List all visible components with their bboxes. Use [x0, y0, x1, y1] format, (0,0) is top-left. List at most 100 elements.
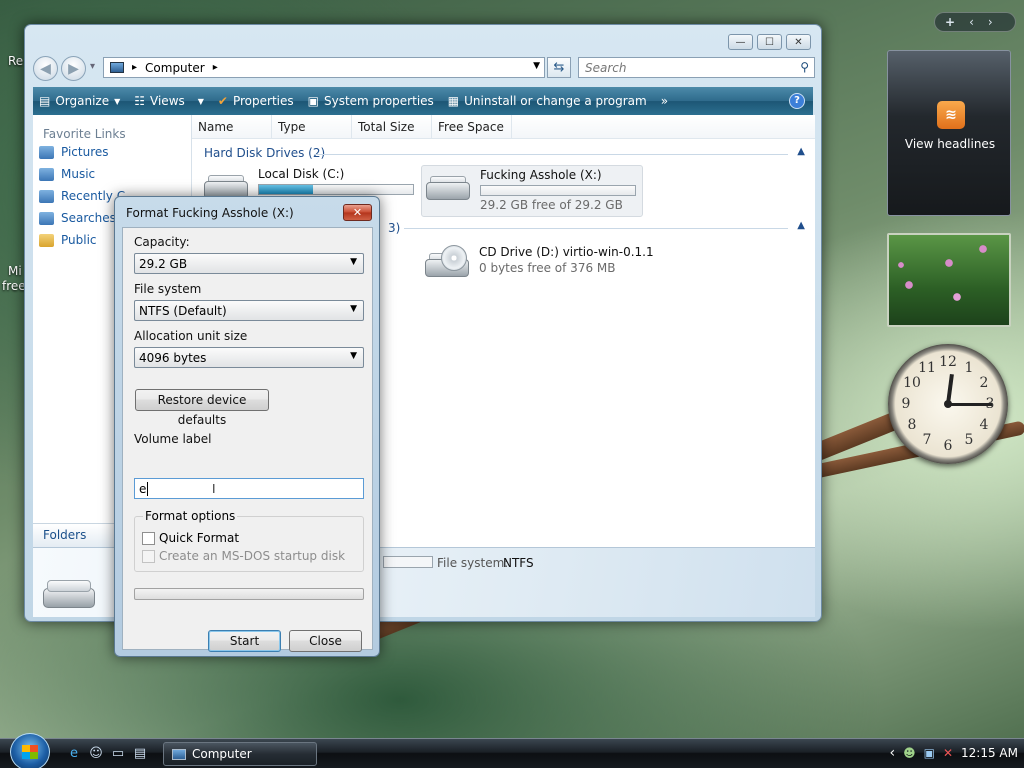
show-desktop-icon[interactable]: ▭ — [110, 746, 126, 762]
help-icon[interactable]: ? — [789, 93, 805, 109]
address-bar[interactable]: ▸ Computer ▸ ▼ — [103, 57, 545, 78]
search-icon[interactable]: ⚲ — [800, 60, 809, 74]
slideshow-gadget[interactable] — [887, 233, 1011, 327]
format-progress-bar — [134, 588, 364, 600]
sidebar-item-music[interactable]: Music — [33, 163, 191, 185]
desktop-icon-label-free[interactable]: free — [2, 279, 26, 293]
collapse-group-icon[interactable]: ▲ — [797, 220, 805, 231]
sidebar-item-pictures[interactable]: Pictures — [33, 141, 191, 163]
close-button[interactable]: Close — [289, 630, 362, 652]
hard-drive-icon — [424, 168, 472, 204]
taskbar-button-computer[interactable]: Computer — [163, 742, 317, 766]
properties-button[interactable]: ✔ Properties — [218, 94, 294, 108]
minimize-button[interactable]: — — [728, 34, 753, 50]
volume-muted-icon[interactable]: ✕ — [943, 746, 953, 760]
clock-minute-hand — [948, 402, 992, 406]
drive-cd-d[interactable]: CD Drive (D:) virtio-win-0.1.1 0 bytes f… — [423, 245, 654, 281]
clock-numeral: 7 — [922, 432, 932, 448]
drive-name: Fucking Asshole (X:) — [480, 168, 602, 182]
start-button[interactable]: Start — [208, 630, 281, 652]
address-crumb-arrow[interactable]: ▸ — [213, 62, 218, 73]
recent-pages-dropdown[interactable]: ▾ — [90, 61, 95, 72]
command-toolbar: ▤ Organize ▼ ☷ Views ▼ ✔ Properties ▣ Sy… — [33, 87, 813, 115]
previous-gadgets-button[interactable]: ‹ — [969, 15, 974, 29]
taskbar-button-label: Computer — [192, 747, 252, 761]
drive-usage-bar — [480, 185, 636, 196]
clock-numeral: 6 — [943, 438, 953, 454]
show-hidden-icons-button[interactable]: ‹ — [890, 745, 896, 761]
sidebar-item-label: Pictures — [61, 145, 109, 159]
refresh-button[interactable]: ⇆ — [547, 57, 571, 78]
clock-numeral: 1 — [964, 360, 974, 376]
volume-label-value: e — [139, 482, 147, 496]
clock-time[interactable]: 12:15 AM — [961, 746, 1018, 760]
collapse-group-icon[interactable]: ▲ — [797, 146, 805, 157]
column-name[interactable]: Name — [192, 115, 272, 138]
uninstall-label: Uninstall or change a program — [464, 94, 647, 108]
filesystem-select[interactable]: NTFS (Default) ▼ — [134, 300, 364, 321]
column-free-space[interactable]: Free Space — [432, 115, 512, 138]
close-window-button[interactable]: ✕ — [786, 34, 811, 50]
format-dialog: Format Fucking Asshole (X:) ✕ Capacity: … — [114, 196, 380, 657]
allocation-unit-select[interactable]: 4096 bytes ▼ — [134, 347, 364, 368]
restore-defaults-button[interactable]: Restore device defaults — [135, 389, 269, 427]
capacity-select[interactable]: 29.2 GB ▼ — [134, 253, 364, 274]
media-center-icon[interactable]: ☺ — [88, 746, 104, 762]
searches-icon — [39, 211, 54, 225]
computer-icon — [172, 748, 186, 760]
view-headlines-label[interactable]: View headlines — [888, 137, 1012, 151]
clock-numeral: 9 — [901, 396, 911, 412]
allocation-unit-value: 4096 bytes — [139, 351, 207, 365]
column-type[interactable]: Type — [272, 115, 352, 138]
views-icon: ☷ — [134, 94, 146, 108]
text-cursor-icon: I — [212, 482, 216, 496]
add-gadget-button[interactable]: + — [945, 15, 955, 29]
details-fs-label: File system: — [437, 556, 509, 570]
search-placeholder: Search — [585, 61, 627, 75]
navigation-bar: ◀ ▶ ▾ ▸ Computer ▸ ▼ ⇆ Search ⚲ — [33, 56, 815, 82]
address-crumb-computer[interactable]: Computer — [145, 61, 205, 75]
start-button[interactable] — [10, 733, 50, 768]
address-separator[interactable]: ▸ — [132, 62, 137, 73]
organize-label: Organize — [55, 94, 110, 108]
clock-numeral: 11 — [918, 360, 936, 376]
volume-label-input[interactable]: e I — [134, 478, 364, 499]
organize-button[interactable]: ▤ Organize ▼ — [39, 94, 120, 108]
clock-numeral: 12 — [939, 354, 957, 370]
toolbar-overflow-button[interactable]: » — [661, 94, 668, 108]
column-total-size[interactable]: Total Size — [352, 115, 432, 138]
search-input[interactable]: Search ⚲ — [578, 57, 815, 78]
views-button[interactable]: ☷ Views ▼ — [134, 94, 204, 108]
close-icon[interactable]: ✕ — [343, 204, 372, 221]
favorite-links-title: Favorite Links — [43, 127, 126, 141]
desktop-icon-label-mi[interactable]: Mi — [8, 264, 22, 278]
maximize-button[interactable]: ☐ — [757, 34, 782, 50]
network-icon[interactable]: ▣ — [924, 746, 935, 760]
next-gadgets-button[interactable]: › — [988, 15, 993, 29]
feed-headlines-gadget[interactable]: ≋ View headlines — [887, 50, 1011, 216]
system-properties-button[interactable]: ▣ System properties — [308, 94, 434, 108]
quick-format-checkbox[interactable]: Quick Format — [142, 531, 239, 545]
group-removable-storage[interactable]: 3) — [388, 221, 400, 235]
group-divider — [404, 228, 788, 229]
checkbox-icon — [142, 531, 155, 545]
desktop-icon-recycle-label[interactable]: Re — [8, 54, 23, 68]
switch-windows-icon[interactable]: ▤ — [132, 746, 148, 762]
dialog-body: Capacity: 29.2 GB ▼ File system NTFS (De… — [122, 227, 373, 652]
sidebar-item-label: Searches — [61, 211, 116, 225]
address-dropdown-icon[interactable]: ▼ — [533, 61, 540, 71]
group-hard-disk-drives[interactable]: Hard Disk Drives (2) — [204, 146, 325, 160]
network-users-icon[interactable]: ☻ — [903, 746, 916, 760]
back-button[interactable]: ◀ — [33, 56, 58, 81]
format-options-label: Format options — [143, 509, 238, 523]
clock-numeral: 2 — [979, 375, 989, 391]
forward-button[interactable]: ▶ — [61, 56, 86, 81]
drive-name: Local Disk (C:) — [258, 167, 345, 181]
sidebar-controls: + ‹ › — [934, 12, 1016, 32]
views-label: Views — [150, 94, 185, 108]
msdos-startup-checkbox: Create an MS-DOS startup disk — [142, 549, 345, 563]
internet-explorer-icon[interactable]: e — [66, 746, 82, 762]
clock-numeral: 8 — [907, 417, 917, 433]
drive-x[interactable]: Fucking Asshole (X:) 29.2 GB free of 29.… — [421, 165, 643, 217]
uninstall-program-button[interactable]: ▦ Uninstall or change a program — [448, 94, 647, 108]
